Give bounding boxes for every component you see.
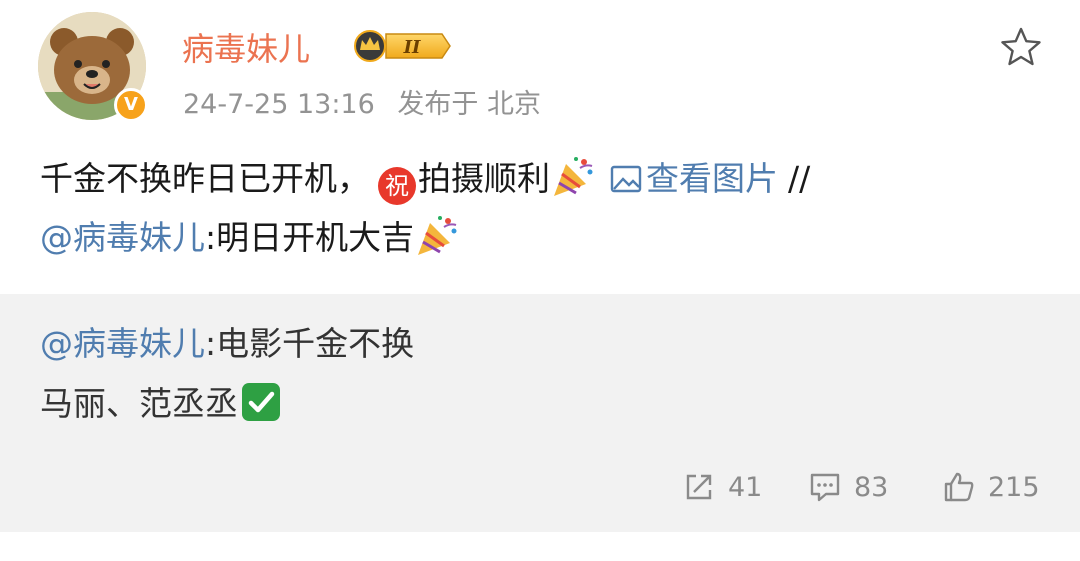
repost-text-line-1: @病毒妹儿:电影千金不换 xyxy=(40,322,414,366)
weibo-post: V 病毒妹儿 II 24-7-25 13:16 发布于 北京 千金不换昨日已开机… xyxy=(0,0,1080,561)
image-icon xyxy=(610,165,642,193)
repost-text: :电影千金不换 xyxy=(205,324,415,363)
star-outline-icon[interactable] xyxy=(1000,26,1042,68)
post-text-3: :明日开机大吉 xyxy=(205,218,415,257)
check-mark-icon xyxy=(242,383,280,421)
repost-separator: // xyxy=(788,159,811,198)
view-image-label: 查看图片 xyxy=(646,159,778,198)
repost-text-2: 马丽、范丞丞 xyxy=(40,384,238,423)
post-text-line-1: 千金不换昨日已开机，祝拍摄顺利 查看图片 // xyxy=(40,154,810,205)
share-button[interactable]: 41 xyxy=(682,470,762,504)
share-icon xyxy=(686,474,712,500)
username[interactable]: 病毒妹儿 xyxy=(182,24,310,70)
verified-badge-icon: V xyxy=(114,88,148,122)
thumbs-up-icon xyxy=(944,472,974,502)
like-button[interactable]: 215 xyxy=(942,470,1040,504)
zhu-emoji-icon: 祝 xyxy=(378,167,416,205)
like-count: 215 xyxy=(988,471,1040,503)
timestamp: 24-7-25 13:16 xyxy=(183,89,375,120)
post-text-line-2: @病毒妹儿:明日开机大吉 xyxy=(40,213,460,260)
reposted-card[interactable]: @病毒妹儿:电影千金不换 马丽、范丞丞 41 83 215 xyxy=(0,294,1080,532)
comment-icon xyxy=(810,473,840,502)
member-level-label: II xyxy=(403,37,421,58)
share-count: 41 xyxy=(728,471,763,503)
post-meta: 24-7-25 13:16 发布于 北京 xyxy=(183,82,541,121)
post-location: 发布于 北京 xyxy=(397,89,541,120)
party-popper-icon xyxy=(554,157,593,196)
comment-button[interactable]: 83 xyxy=(808,470,888,504)
party-popper-icon xyxy=(418,216,457,255)
member-level-badge[interactable]: II xyxy=(352,28,452,64)
repost-text-line-2: 马丽、范丞丞 xyxy=(40,382,280,426)
mention-link[interactable]: @病毒妹儿 xyxy=(40,218,205,257)
comment-count: 83 xyxy=(854,471,889,503)
post-text-2: 拍摄顺利 xyxy=(418,159,550,198)
repost-mention-link[interactable]: @病毒妹儿 xyxy=(40,324,205,363)
view-image-link[interactable]: 查看图片 xyxy=(610,159,778,198)
post-text: 千金不换昨日已开机， xyxy=(40,159,370,198)
